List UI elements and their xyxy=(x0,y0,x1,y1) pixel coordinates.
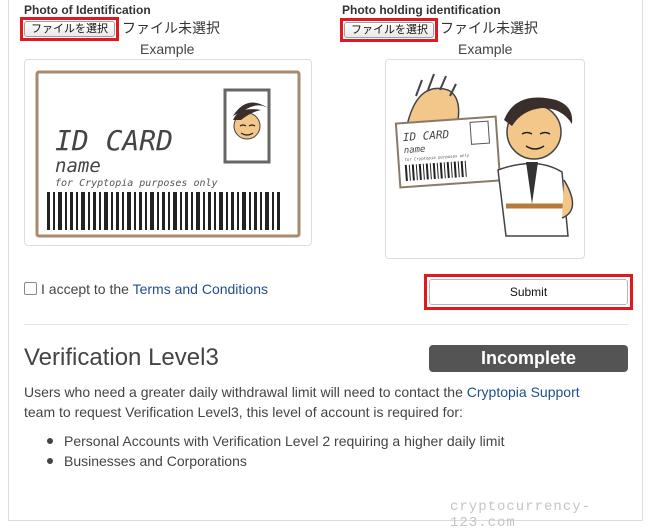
card-title-text: ID CARD xyxy=(55,124,173,157)
watermark: cryptocurrency-123.com xyxy=(450,499,592,531)
level3-description-text-2: team to request Verification Level3, thi… xyxy=(24,404,463,420)
identification-example-image: ID CARD name for Cryptopia purposes only xyxy=(24,59,312,246)
submit-button[interactable]: Submit xyxy=(429,279,628,305)
terms-link[interactable]: Terms and Conditions xyxy=(133,281,268,297)
holding-file-status: ファイル未選択 xyxy=(440,20,538,36)
identification-file-status: ファイル未選択 xyxy=(122,20,220,36)
holding-file-button-label: ファイルを選択 xyxy=(344,22,434,38)
holding-file-button[interactable]: ファイルを選択 xyxy=(340,18,438,42)
section-divider xyxy=(24,324,628,325)
terms-row: I accept to the Terms and Conditions xyxy=(24,281,268,297)
level3-requirements-list: Personal Accounts with Verification Leve… xyxy=(24,431,504,471)
verification-level3-title: Verification Level3 xyxy=(24,344,219,371)
identification-file-button-label: ファイルを選択 xyxy=(24,21,115,37)
terms-checkbox[interactable] xyxy=(24,282,37,295)
cryptopia-support-link[interactable]: Cryptopia Support xyxy=(467,384,580,400)
identification-example-label: Example xyxy=(140,41,195,57)
identification-heading: Photo of Identification xyxy=(24,3,151,17)
list-item: Businesses and Corporations xyxy=(24,451,504,471)
level3-description: Users who need a greater daily withdrawa… xyxy=(24,382,634,422)
holding-example-image: ID CARD name for Cryptopia purposes only xyxy=(385,59,585,259)
level3-description-text: Users who need a greater daily withdrawa… xyxy=(24,384,463,400)
card-name-text: name xyxy=(55,155,101,177)
holding-example-label: Example xyxy=(458,41,513,57)
id-card-illustration: ID CARD name for Cryptopia purposes only xyxy=(35,70,301,238)
submit-button-highlight: Submit xyxy=(424,274,633,310)
barcode-graphic xyxy=(47,192,280,230)
identification-file-button[interactable]: ファイルを選択 xyxy=(20,17,119,41)
person-holding-card-illustration: ID CARD name for Cryptopia purposes only xyxy=(394,73,574,237)
holding-heading: Photo holding identification xyxy=(342,3,501,17)
terms-text: I accept to the xyxy=(41,281,129,297)
holding-card-name-text: name xyxy=(403,145,425,156)
card-note-text: for Cryptopia purposes only xyxy=(55,178,218,189)
list-item: Personal Accounts with Verification Leve… xyxy=(24,431,504,451)
status-badge: Incomplete xyxy=(429,345,628,372)
